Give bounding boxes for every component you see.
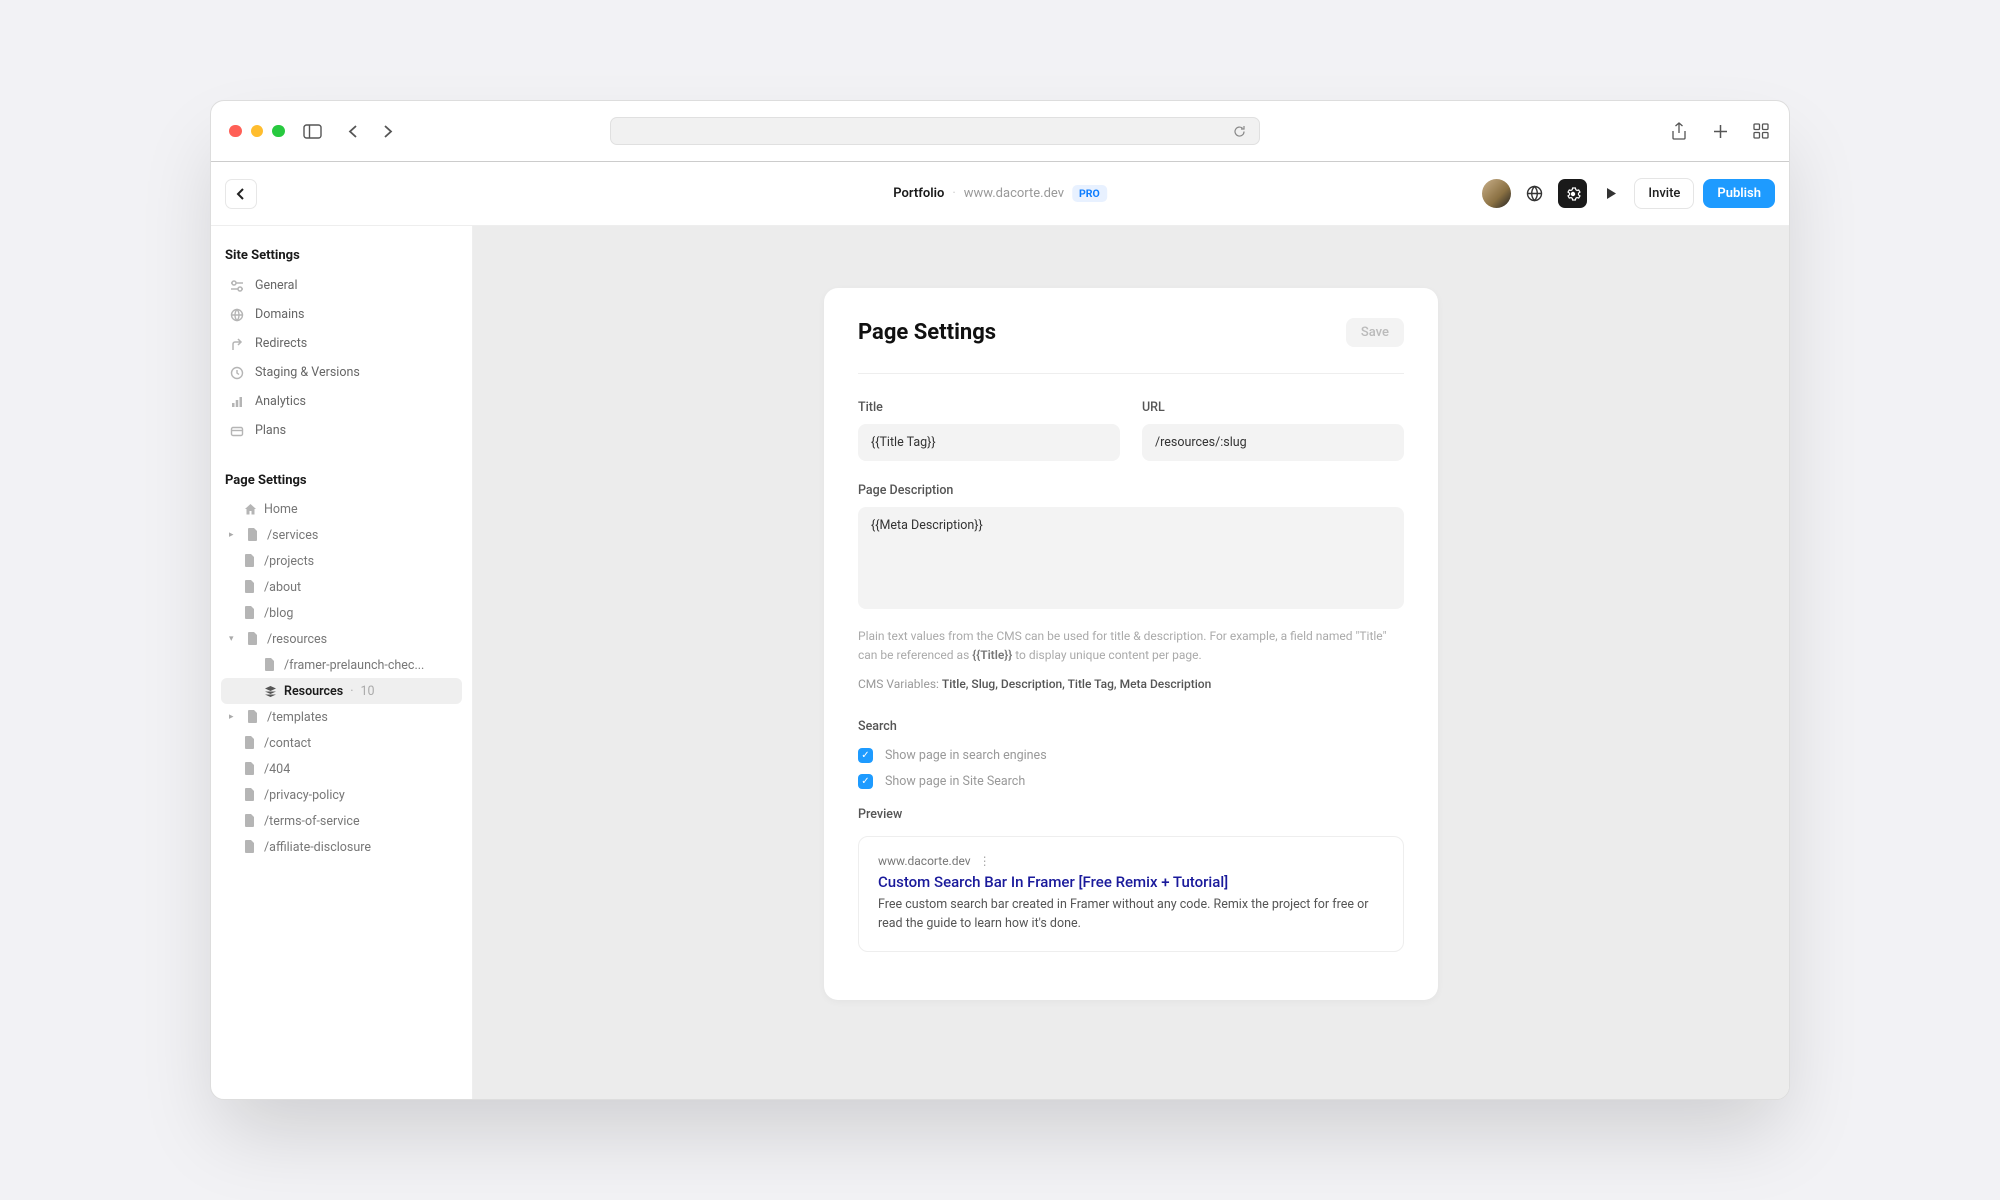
checkbox-search-engines[interactable]: ✓ <box>858 748 873 763</box>
page-404[interactable]: /404 <box>221 756 462 782</box>
share-icon[interactable] <box>1670 122 1689 141</box>
traffic-lights <box>229 125 285 138</box>
globe-icon[interactable] <box>1520 179 1549 208</box>
page-icon <box>243 606 257 620</box>
card-icon <box>229 423 244 438</box>
project-name: Portfolio <box>893 186 944 201</box>
app-toolbar: Portfolio · www.dacorte.dev PRO Invite P… <box>211 162 1789 226</box>
editor-back-button[interactable] <box>225 179 257 209</box>
title-label: Title <box>858 400 1120 415</box>
page-services[interactable]: ▸/services <box>221 522 462 548</box>
help-text: Plain text values from the CMS can be us… <box>858 627 1404 665</box>
page-settings-panel: Page Settings Save Title URL Page Descri… <box>824 288 1438 1000</box>
forward-icon[interactable] <box>378 122 397 141</box>
preview-card: www.dacorte.dev ⋮ Custom Search Bar In Fr… <box>858 836 1404 952</box>
caret-icon: ▾ <box>229 634 239 644</box>
url-label: URL <box>1142 400 1404 415</box>
page-icon <box>243 814 257 828</box>
caret-icon: ▸ <box>229 712 239 722</box>
canvas: Page Settings Save Title URL Page Descri… <box>473 226 1789 1099</box>
page-icon <box>243 554 257 568</box>
nav-general[interactable]: General <box>221 271 462 300</box>
chart-icon <box>229 394 244 409</box>
page-projects[interactable]: /projects <box>221 548 462 574</box>
page-blog[interactable]: /blog <box>221 600 462 626</box>
titlebar <box>211 101 1789 162</box>
page-home[interactable]: Home <box>221 496 462 522</box>
page-icon <box>246 528 260 542</box>
url-input[interactable] <box>1142 424 1404 461</box>
page-terms[interactable]: /terms-of-service <box>221 808 462 834</box>
back-icon[interactable] <box>344 122 363 141</box>
page-settings-header: Page Settings <box>221 465 462 496</box>
sliders-icon <box>229 278 244 293</box>
reload-icon[interactable] <box>1230 122 1249 141</box>
panel-title: Page Settings <box>858 320 996 345</box>
nav-analytics[interactable]: Analytics <box>221 387 462 416</box>
gear-icon[interactable] <box>1558 179 1587 208</box>
preview-domain: www.dacorte.dev <box>878 854 971 868</box>
page-about[interactable]: /about <box>221 574 462 600</box>
plus-icon[interactable] <box>1711 122 1730 141</box>
page-resources-collection[interactable]: Resources · 10 <box>221 678 462 704</box>
play-icon[interactable] <box>1596 179 1625 208</box>
desc-input[interactable]: {{Meta Description}} <box>858 507 1404 609</box>
minimize-window[interactable] <box>251 125 264 138</box>
invite-button[interactable]: Invite <box>1634 178 1694 209</box>
avatar[interactable] <box>1482 179 1511 208</box>
preview-section-label: Preview <box>858 807 1404 822</box>
address-bar[interactable] <box>610 117 1260 145</box>
title-input[interactable] <box>858 424 1120 461</box>
page-affiliate[interactable]: /affiliate-disclosure <box>221 834 462 860</box>
nav-domains[interactable]: Domains <box>221 300 462 329</box>
kebab-icon: ⋮ <box>979 854 990 868</box>
search-section-label: Search <box>858 719 1404 734</box>
page-templates[interactable]: ▸/templates <box>221 704 462 730</box>
page-icon <box>243 736 257 750</box>
tabs-grid-icon[interactable] <box>1752 122 1771 141</box>
nav-staging[interactable]: Staging & Versions <box>221 358 462 387</box>
settings-sidebar: Site Settings General Domains Redirects … <box>211 226 473 1099</box>
pro-badge: PRO <box>1072 185 1107 202</box>
stack-icon <box>263 684 277 698</box>
preview-desc: Free custom search bar created in Framer… <box>878 896 1384 934</box>
caret-icon: ▸ <box>229 530 239 540</box>
sidebar-toggle-icon[interactable] <box>303 122 322 141</box>
desc-label: Page Description <box>858 483 1404 498</box>
browser-window: Portfolio · www.dacorte.dev PRO Invite P… <box>210 100 1790 1100</box>
project-domain: www.dacorte.dev <box>964 186 1064 201</box>
page-icon <box>246 710 260 724</box>
page-icon <box>243 580 257 594</box>
globe-icon <box>229 307 244 322</box>
checkbox-site-search[interactable]: ✓ <box>858 774 873 789</box>
nav-plans[interactable]: Plans <box>221 416 462 445</box>
page-icon <box>263 658 277 672</box>
cms-variables: CMS Variables: Title, Slug, Description,… <box>858 677 1404 691</box>
clock-icon <box>229 365 244 380</box>
page-icon <box>243 762 257 776</box>
maximize-window[interactable] <box>272 125 285 138</box>
page-resources[interactable]: ▾/resources <box>221 626 462 652</box>
page-icon <box>243 788 257 802</box>
page-icon <box>246 632 260 646</box>
page-icon <box>243 840 257 854</box>
close-window[interactable] <box>229 125 242 138</box>
publish-button[interactable]: Publish <box>1703 179 1775 208</box>
preview-title: Custom Search Bar In Framer [Free Remix … <box>878 873 1384 891</box>
page-contact[interactable]: /contact <box>221 730 462 756</box>
site-settings-header: Site Settings <box>221 240 462 271</box>
redirect-icon <box>229 336 244 351</box>
page-framer-prelaunch[interactable]: /framer-prelaunch-chec... <box>221 652 462 678</box>
home-icon <box>243 502 257 516</box>
page-privacy[interactable]: /privacy-policy <box>221 782 462 808</box>
nav-redirects[interactable]: Redirects <box>221 329 462 358</box>
save-button[interactable]: Save <box>1346 318 1404 347</box>
